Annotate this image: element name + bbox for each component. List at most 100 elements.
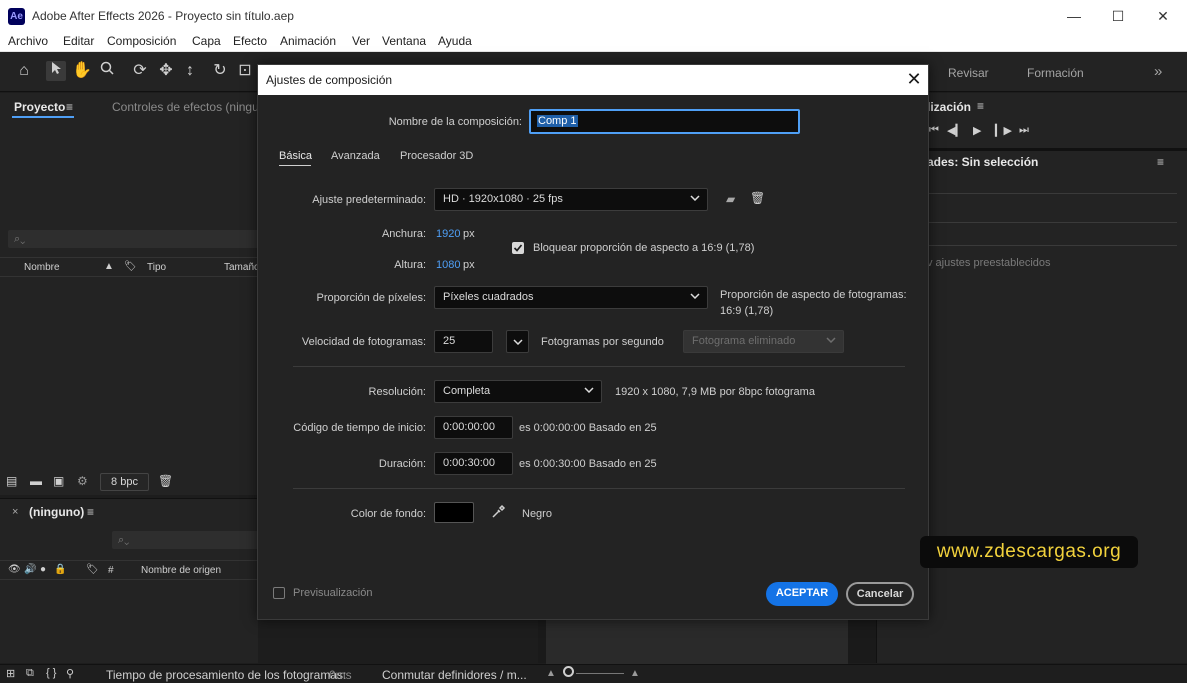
lock-aspect-label[interactable]: Bloquear proporción de aspecto a 16:9 (1… <box>533 242 754 254</box>
menu-ver[interactable]: Ver <box>352 34 370 48</box>
toggle-switches-label[interactable]: Conmutar definidores / m... <box>382 668 527 682</box>
timeline-search-input[interactable]: ⌕⌄ <box>112 531 258 549</box>
bg-color-swatch[interactable] <box>434 502 474 523</box>
eye-icon[interactable]: 👁 <box>8 564 21 575</box>
layer-switches-icon[interactable]: ⧉ <box>26 667 34 680</box>
start-timecode-field[interactable]: 0:00:00:00 <box>434 416 513 439</box>
column-nombre[interactable]: Nombre <box>24 262 60 273</box>
zoom-in-icon[interactable]: ▲ <box>630 668 640 679</box>
project-column-header: Nombre ▲ 🏷 Tipo Tamaño <box>0 257 260 277</box>
hand-tool-icon[interactable]: ✋ <box>72 61 92 81</box>
save-preset-icon[interactable]: ▰ <box>726 192 735 206</box>
pixel-aspect-dropdown[interactable]: Píxeles cuadrados <box>434 286 708 309</box>
workspace-tab-revisar[interactable]: Revisar <box>948 66 989 80</box>
transfer-controls-icon[interactable]: { } <box>46 667 56 679</box>
tab-basica[interactable]: Básica <box>279 150 312 162</box>
solo-icon[interactable]: ● <box>40 564 46 575</box>
fps-dropdown-button[interactable] <box>506 330 529 353</box>
panel-menu-icon[interactable]: ≡ <box>977 99 984 113</box>
preset-dropdown[interactable]: HD · 1920x1080 · 25 fps <box>434 188 708 211</box>
dialog-title: Ajustes de composición <box>266 73 393 87</box>
minimize-button[interactable]: — <box>1064 8 1084 24</box>
section-divider <box>293 366 905 367</box>
new-folder-icon[interactable]: ▬ <box>30 474 42 488</box>
close-window-button[interactable]: ✕ <box>1153 8 1173 25</box>
trash-icon[interactable]: 🗑 <box>158 474 173 488</box>
fps-field[interactable]: 25 <box>434 330 493 353</box>
last-frame-icon[interactable]: ⏭ <box>1019 124 1029 137</box>
play-icon[interactable]: ▶ <box>973 124 981 137</box>
active-tab-underline <box>12 116 74 118</box>
menu-archivo[interactable]: Archivo <box>8 34 48 48</box>
more-workspaces-icon[interactable]: » <box>1154 63 1162 80</box>
eyedropper-icon[interactable] <box>490 504 506 523</box>
menu-capa[interactable]: Capa <box>192 34 221 48</box>
lock-icon[interactable]: 🔒 <box>54 564 66 575</box>
new-composition-icon[interactable]: ▣ <box>53 474 64 488</box>
height-value[interactable]: 1080 <box>436 259 460 271</box>
menu-efecto[interactable]: Efecto <box>233 34 267 48</box>
zoom-tool-icon[interactable] <box>97 61 117 81</box>
workspace-tab-formacion[interactable]: Formación <box>1027 66 1084 80</box>
tab-avanzada[interactable]: Avanzada <box>331 150 380 162</box>
tab-procesador-3d[interactable]: Procesador 3D <box>400 150 473 162</box>
home-icon[interactable]: ⌂ <box>14 61 34 81</box>
width-value[interactable]: 1920 <box>436 228 460 240</box>
preview-panel-title[interactable]: lización <box>927 100 971 114</box>
orbit-camera-icon[interactable]: ⟳ <box>130 61 150 81</box>
cancel-button[interactable]: Cancelar <box>846 582 914 606</box>
maximize-button[interactable]: ☐ <box>1108 8 1128 25</box>
first-frame-icon[interactable]: ⏮ <box>929 124 939 137</box>
label-tag-icon[interactable]: 🏷 <box>86 564 99 575</box>
menu-editar[interactable]: Editar <box>63 34 94 48</box>
delete-preset-icon[interactable]: 🗑 <box>750 191 765 205</box>
sort-up-icon[interactable]: ▲ <box>104 261 114 272</box>
tab-proyecto[interactable]: Proyecto <box>14 100 65 114</box>
panel-menu-icon[interactable]: ≡ <box>1157 155 1164 169</box>
resolution-dropdown[interactable]: Completa <box>434 380 602 403</box>
presets-search-input[interactable]: v ajustes preestablecidos <box>927 257 1051 269</box>
pan-camera-icon[interactable]: ✥ <box>156 61 176 81</box>
timing-icon[interactable]: ⚲ <box>66 667 74 680</box>
lock-aspect-checkbox[interactable] <box>512 242 524 254</box>
menu-composicion[interactable]: Composición <box>107 34 176 48</box>
panel-menu-icon[interactable]: ≡ <box>66 100 73 114</box>
column-nombre-origen[interactable]: Nombre de origen <box>141 565 221 576</box>
resolution-info: 1920 x 1080, 7,9 MB por 8bpc fotograma <box>615 386 815 398</box>
timeline-tab-label[interactable]: (ninguno) <box>29 505 84 519</box>
tab-controles-efectos[interactable]: Controles de efectos (ninguno <box>112 100 272 114</box>
selection-tool-icon[interactable] <box>46 61 66 81</box>
drop-frame-dropdown: Fotograma eliminado <box>683 330 844 353</box>
prev-frame-icon[interactable]: ◀▎ <box>947 124 964 137</box>
menu-ayuda[interactable]: Ayuda <box>438 34 472 48</box>
comp-flowchart-icon[interactable]: ⊞ <box>6 667 15 680</box>
interpret-footage-icon[interactable]: ▤ <box>6 474 17 488</box>
close-tab-icon[interactable]: × <box>12 506 18 518</box>
column-tamano[interactable]: Tamaño <box>224 262 260 273</box>
audio-icon[interactable]: 🔊 <box>24 564 36 575</box>
dialog-close-icon[interactable]: ✕ <box>906 69 922 90</box>
preview-checkbox[interactable] <box>273 587 285 599</box>
zoom-slider-handle[interactable] <box>563 666 574 677</box>
label-tag-icon[interactable]: 🏷 <box>124 261 137 272</box>
properties-panel-title[interactable]: ades: Sin selección <box>927 155 1038 169</box>
bit-depth-button[interactable]: 8 bpc <box>100 473 149 491</box>
project-search-input[interactable]: ⌕⌄ <box>8 230 258 248</box>
column-numero[interactable]: # <box>108 565 114 576</box>
next-frame-icon[interactable]: ▎▶ <box>995 124 1012 137</box>
height-unit: px <box>463 259 475 271</box>
zoom-out-icon[interactable]: ▲ <box>546 668 556 679</box>
column-tipo[interactable]: Tipo <box>147 262 166 273</box>
anchor-point-tool-icon[interactable]: ⊡ <box>235 61 255 81</box>
menu-ventana[interactable]: Ventana <box>382 34 426 48</box>
preview-label[interactable]: Previsualización <box>293 587 372 599</box>
dolly-camera-icon[interactable]: ↕ <box>180 61 200 81</box>
zoom-slider-track[interactable] <box>576 673 624 674</box>
accept-button[interactable]: ACEPTAR <box>766 582 838 606</box>
comp-name-field[interactable]: Comp 1 <box>529 109 800 134</box>
flowchart-icon[interactable]: ⚙ <box>77 474 88 488</box>
menu-animacion[interactable]: Animación <box>280 34 336 48</box>
rotate-tool-icon[interactable]: ↻ <box>210 61 230 81</box>
panel-menu-icon[interactable]: ≡ <box>87 505 94 519</box>
duration-field[interactable]: 0:00:30:00 <box>434 452 513 475</box>
